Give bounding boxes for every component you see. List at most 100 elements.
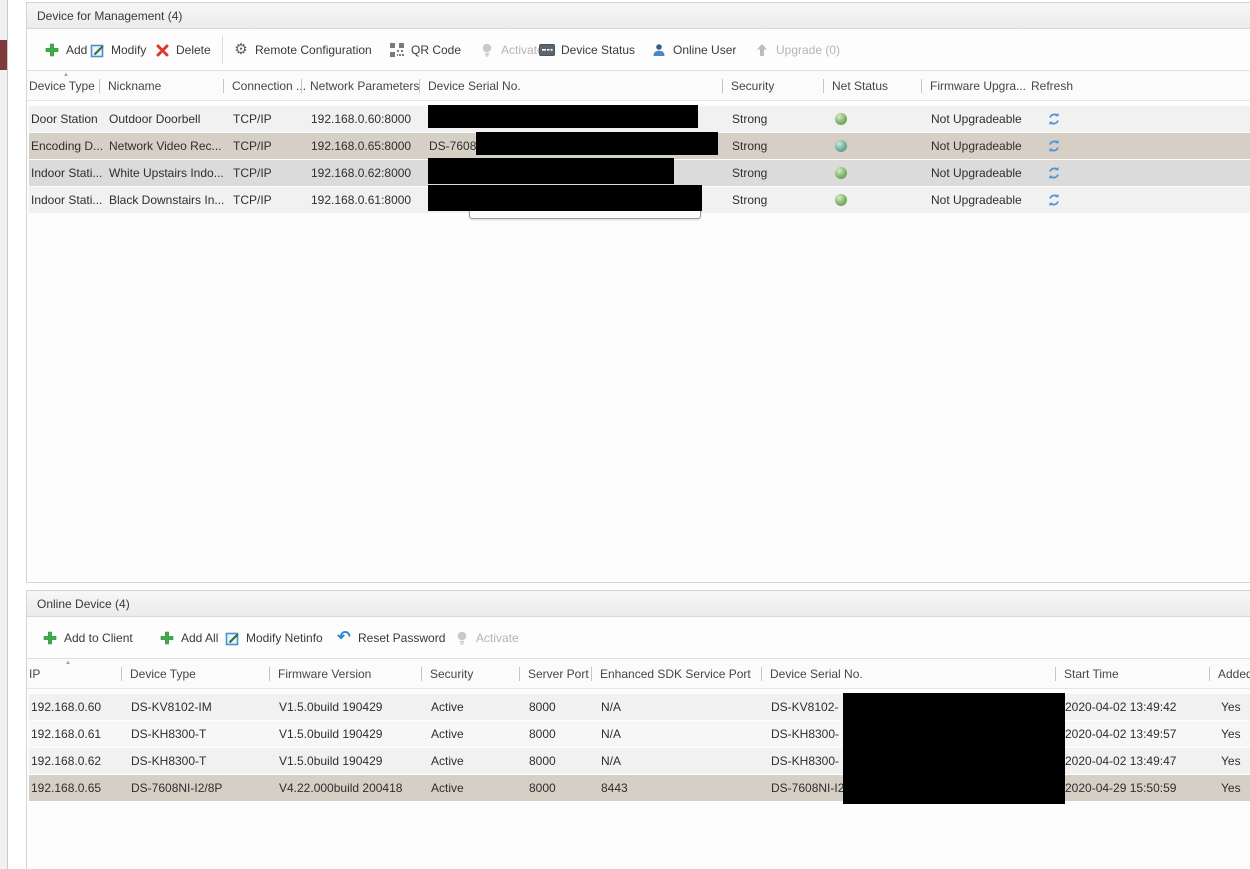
- cell-device-type: DS-KV8102-IM: [131, 700, 212, 714]
- delete-button[interactable]: Delete: [154, 29, 211, 71]
- refresh-icon[interactable]: [1047, 112, 1061, 126]
- online-user-icon: [651, 42, 667, 58]
- net-status-globe-icon: [835, 140, 847, 152]
- cell-security: Strong: [732, 166, 767, 180]
- column-device-serial[interactable]: Device Serial No.: [419, 79, 521, 93]
- cell-network: 192.168.0.60:8000: [311, 112, 411, 126]
- cell-security: Active: [431, 700, 464, 714]
- column-nickname[interactable]: Nickname: [99, 79, 161, 93]
- activate-button[interactable]: Activate: [479, 29, 544, 71]
- modify-netinfo-button[interactable]: Modify Netinfo: [224, 617, 323, 659]
- column-device-type[interactable]: Device Type: [29, 79, 95, 93]
- online-user-label: Online User: [673, 43, 736, 57]
- activate-button[interactable]: Activate: [454, 617, 519, 659]
- left-rail: [0, 0, 8, 869]
- cell-firmware-version: V1.5.0build 190429: [279, 700, 382, 714]
- cell-added: Yes: [1221, 727, 1241, 741]
- column-ip[interactable]: IP: [29, 667, 40, 681]
- upgrade-label: Upgrade (0): [776, 43, 840, 57]
- add-all-button[interactable]: Add All: [159, 617, 218, 659]
- column-refresh[interactable]: Refresh: [1031, 79, 1073, 93]
- column-firmware-upgrade[interactable]: Firmware Upgra...: [921, 79, 1026, 93]
- cell-device-type: DS-KH8300-T: [131, 754, 206, 768]
- redaction-box: [843, 693, 1065, 804]
- app-window: Device for Management (4) Add Modify Del…: [0, 0, 1250, 869]
- remote-configuration-button[interactable]: ⚙ Remote Configuration: [233, 29, 372, 71]
- qr-code-button[interactable]: QR Code: [389, 29, 461, 71]
- net-status-globe-icon: [835, 167, 847, 179]
- qr-code-icon: [389, 42, 405, 58]
- upgrade-arrow-icon: [754, 42, 770, 58]
- refresh-icon[interactable]: [1047, 139, 1061, 153]
- reset-password-label: Reset Password: [358, 631, 445, 645]
- add-label: Add: [66, 43, 87, 57]
- modify-icon: [224, 630, 240, 646]
- cell-nickname: Black Downstairs In...: [109, 193, 224, 207]
- column-sdk-port[interactable]: Enhanced SDK Service Port: [591, 667, 751, 681]
- online-device-panel: Online Device (4) Add to Client Add All …: [26, 590, 1250, 869]
- delete-label: Delete: [176, 43, 211, 57]
- add-to-client-label: Add to Client: [64, 631, 133, 645]
- table-row[interactable]: 192.168.0.62 DS-KH8300-T V1.5.0build 190…: [29, 748, 1250, 774]
- column-device-type[interactable]: Device Type: [121, 667, 196, 681]
- activate-label: Activate: [476, 631, 519, 645]
- column-net-status[interactable]: Net Status: [823, 79, 888, 93]
- cell-server-port: 8000: [529, 727, 556, 741]
- column-security[interactable]: Security: [722, 79, 774, 93]
- table-row-selected[interactable]: 192.168.0.65 DS-7608NI-I2/8P V4.22.000bu…: [29, 775, 1250, 801]
- cell-device-type: Indoor Stati...: [31, 193, 102, 207]
- net-status-globe-icon: [835, 194, 847, 206]
- column-network-parameters[interactable]: Network Parameters: [301, 79, 419, 93]
- cell-added: Yes: [1221, 700, 1241, 714]
- cell-device-type: DS-7608NI-I2/8P: [131, 781, 222, 795]
- net-status-globe-icon: [835, 113, 847, 125]
- column-start-time[interactable]: Start Time: [1055, 667, 1119, 681]
- cell-firmware: Not Upgradeable: [931, 139, 1022, 153]
- column-security[interactable]: Security: [421, 667, 473, 681]
- cell-nickname: White Upstairs Indo...: [109, 166, 224, 180]
- cell-security: Active: [431, 727, 464, 741]
- cell-sdk-port: 8443: [601, 781, 628, 795]
- cell-device-type: Door Station: [31, 112, 98, 126]
- column-added[interactable]: Added: [1209, 667, 1250, 681]
- cell-start-time: 2020-04-29 15:50:59: [1065, 781, 1176, 795]
- cell-security: Strong: [732, 112, 767, 126]
- left-rail-accent-block: [0, 40, 7, 70]
- cell-start-time: 2020-04-02 13:49:57: [1065, 727, 1176, 741]
- add-button[interactable]: Add: [44, 29, 87, 71]
- cell-nickname: Outdoor Doorbell: [109, 112, 200, 126]
- column-server-port[interactable]: Server Port: [519, 667, 589, 681]
- cell-firmware-version: V4.22.000build 200418: [279, 781, 402, 795]
- cell-added: Yes: [1221, 754, 1241, 768]
- table-row[interactable]: 192.168.0.61 DS-KH8300-T V1.5.0build 190…: [29, 721, 1250, 747]
- reset-password-button[interactable]: ↶ Reset Password: [336, 617, 445, 659]
- redaction-box: [428, 158, 674, 184]
- cell-nickname: Network Video Rec...: [109, 139, 222, 153]
- cell-ip: 192.168.0.65: [31, 781, 101, 795]
- cell-sdk-port: N/A: [601, 700, 621, 714]
- cell-added: Yes: [1221, 781, 1241, 795]
- cell-device-type: DS-KH8300-T: [131, 727, 206, 741]
- upgrade-button[interactable]: Upgrade (0): [754, 29, 840, 71]
- cell-security: Strong: [732, 139, 767, 153]
- device-status-button[interactable]: Device Status: [539, 29, 635, 71]
- modify-netinfo-label: Modify Netinfo: [246, 631, 323, 645]
- add-to-client-button[interactable]: Add to Client: [42, 617, 133, 659]
- table-row[interactable]: 192.168.0.60 DS-KV8102-IM V1.5.0build 19…: [29, 694, 1250, 720]
- device-status-icon: [539, 42, 555, 58]
- refresh-icon[interactable]: [1047, 166, 1061, 180]
- add-icon: [44, 42, 60, 58]
- column-firmware-version[interactable]: Firmware Version: [269, 667, 371, 681]
- add-icon: [159, 630, 175, 646]
- toolbar-separator: [222, 36, 223, 64]
- column-connection[interactable]: Connection ...: [223, 79, 306, 93]
- qr-code-label: QR Code: [411, 43, 461, 57]
- online-user-button[interactable]: Online User: [651, 29, 736, 71]
- remote-configuration-label: Remote Configuration: [255, 43, 372, 57]
- cell-firmware-version: V1.5.0build 190429: [279, 754, 382, 768]
- refresh-icon[interactable]: [1047, 193, 1061, 207]
- cell-firmware: Not Upgradeable: [931, 193, 1022, 207]
- cell-connection: TCP/IP: [233, 193, 272, 207]
- column-device-serial[interactable]: Device Serial No.: [761, 667, 863, 681]
- modify-button[interactable]: Modify: [89, 29, 146, 71]
